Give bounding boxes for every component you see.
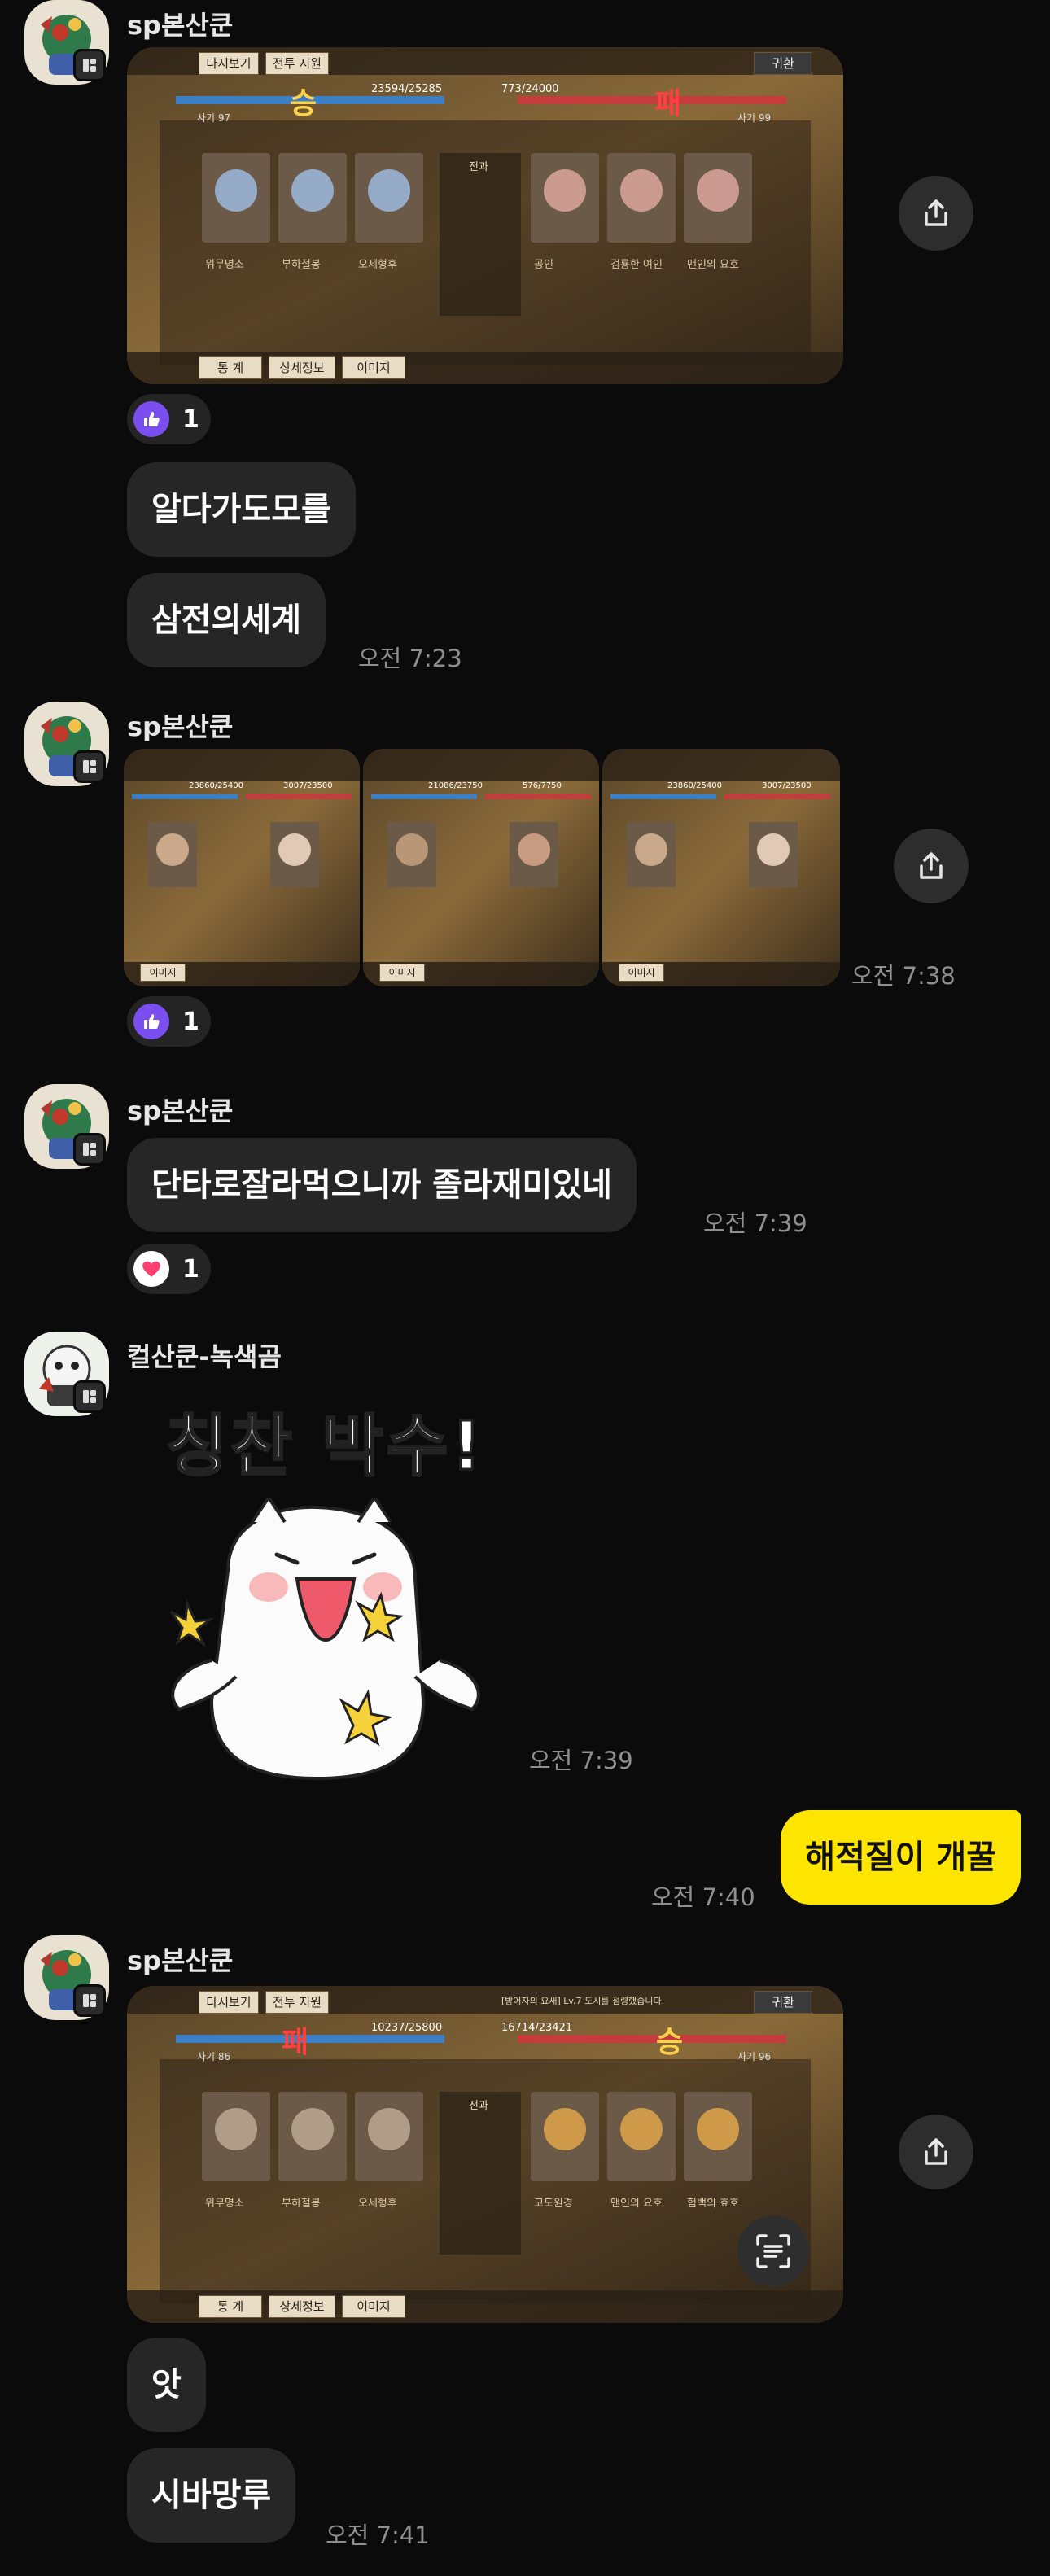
avatar-badge-icon bbox=[73, 1984, 106, 2017]
unit-name: 험백의 효호 bbox=[687, 2198, 739, 2210]
message-bubble[interactable]: 단타로잘라먹으니까 졸라재미있네 bbox=[127, 1138, 637, 1232]
message-bubble[interactable]: 알다가도모를 bbox=[127, 462, 356, 557]
unit-name: 고도원경 bbox=[534, 2198, 573, 2210]
score-right: 576/7750 bbox=[523, 781, 562, 790]
sender-name: sp본산쿤 bbox=[127, 10, 234, 41]
sender-name: sp본산쿤 bbox=[127, 711, 234, 742]
scan-text-icon bbox=[756, 2234, 790, 2268]
message-time: 오전 7:39 bbox=[529, 1747, 633, 1774]
reaction-count: 1 bbox=[182, 405, 199, 434]
replay-button: 다시보기 bbox=[199, 1991, 259, 2014]
share-icon bbox=[920, 852, 943, 879]
result-right: 패 bbox=[654, 87, 682, 120]
unit-name: 부하철봉 bbox=[282, 2198, 321, 2210]
message-time: 오전 7:23 bbox=[358, 645, 462, 672]
image-button: 이미지 bbox=[379, 964, 425, 982]
battle-result-title: 전과 bbox=[469, 2100, 488, 2112]
avatar-badge-icon bbox=[73, 750, 106, 783]
share-icon bbox=[925, 2138, 947, 2165]
morale-right: 사기 96 bbox=[737, 2051, 772, 2062]
avatar-badge-icon bbox=[73, 1380, 106, 1413]
stats-button: 통 계 bbox=[199, 2295, 262, 2318]
replay-button: 다시보기 bbox=[199, 52, 259, 75]
unit-name: 위무명소 bbox=[205, 259, 244, 271]
result-left: 패 bbox=[282, 2026, 309, 2059]
sender-name: 컬산쿤-녹색곰 bbox=[127, 1341, 282, 1372]
text-scan-button[interactable] bbox=[737, 2215, 809, 2287]
message-bubble[interactable]: 시바망루 bbox=[127, 2448, 296, 2543]
image-button: 이미지 bbox=[140, 964, 186, 982]
score-left: 10237/25800 bbox=[371, 2022, 443, 2034]
battle-info-button: 전투 지원 bbox=[265, 52, 329, 75]
score-left: 23594/25285 bbox=[371, 83, 443, 95]
share-icon bbox=[925, 199, 947, 226]
reaction-badge[interactable]: 1 bbox=[127, 996, 211, 1047]
sticker-caption: 칭찬 박수! bbox=[165, 1407, 485, 1487]
avatar-badge-icon bbox=[73, 1133, 106, 1166]
detail-button: 상세정보 bbox=[269, 2295, 335, 2318]
sender-name: sp본산쿤 bbox=[127, 1945, 234, 1976]
share-button[interactable] bbox=[899, 2115, 973, 2189]
unit-name: 검룡한 여인 bbox=[610, 259, 663, 271]
image-button: 이미지 bbox=[619, 964, 664, 982]
stats-button: 통 계 bbox=[199, 356, 262, 379]
score-left: 21086/23750 bbox=[428, 781, 483, 790]
reaction-badge[interactable]: 1 bbox=[127, 394, 211, 444]
sender-name: sp본산쿤 bbox=[127, 1096, 234, 1126]
unit-name: 오세형후 bbox=[358, 259, 397, 271]
battle-result-title: 전과 bbox=[469, 161, 488, 173]
thumbs-up-icon bbox=[133, 1004, 169, 1039]
morale-left: 사기 86 bbox=[197, 2051, 231, 2062]
score-left: 23860/25400 bbox=[189, 781, 243, 790]
unit-name: 맨인의 요호 bbox=[687, 259, 739, 271]
unit-name: 공인 bbox=[534, 259, 553, 271]
score-left: 23860/25400 bbox=[667, 781, 722, 790]
image-tile[interactable]: 23860/25400 3007/23500 이미지 bbox=[602, 749, 840, 986]
game-screenshot-image[interactable]: 다시보기 전투 지원 귀환 승 패 23594/25285 773/24000 … bbox=[127, 47, 843, 384]
unit-name: 오세형후 bbox=[358, 2198, 397, 2210]
avatar-badge-icon bbox=[73, 49, 106, 81]
return-button: 귀환 bbox=[754, 52, 812, 75]
result-right: 승 bbox=[656, 2026, 684, 2059]
message-bubble[interactable]: 삼전의세계 bbox=[127, 573, 326, 667]
battle-info-button: 전투 지원 bbox=[265, 1991, 329, 2014]
message-time: 오전 7:40 bbox=[651, 1883, 755, 1911]
score-right: 3007/23500 bbox=[762, 781, 812, 790]
reaction-count: 1 bbox=[182, 1254, 199, 1284]
share-button[interactable] bbox=[894, 829, 969, 903]
game-screenshot-image[interactable]: 다시보기 전투 지원 [방어자의 요새] Lv.7 도시를 점령했습니다. 귀환… bbox=[127, 1986, 843, 2323]
image-tile[interactable]: 21086/23750 576/7750 이미지 bbox=[363, 749, 599, 986]
notice-text: [방어자의 요새] Lv.7 도시를 점령했습니다. bbox=[501, 1996, 665, 2006]
reaction-badge[interactable]: 1 bbox=[127, 1244, 211, 1294]
score-right: 773/24000 bbox=[501, 83, 559, 95]
detail-button: 상세정보 bbox=[269, 356, 335, 379]
morale-left: 사기 97 bbox=[197, 112, 231, 124]
unit-name: 위무명소 bbox=[205, 2198, 244, 2210]
my-message-bubble[interactable]: 해적질이 개꿀 bbox=[781, 1810, 1021, 1905]
reaction-count: 1 bbox=[182, 1007, 199, 1036]
return-button: 귀환 bbox=[754, 1991, 812, 2014]
score-right: 3007/23500 bbox=[283, 781, 333, 790]
score-right: 16714/23421 bbox=[501, 2022, 573, 2034]
result-left: 승 bbox=[290, 87, 317, 120]
unit-name: 부하철봉 bbox=[282, 259, 321, 271]
share-button[interactable] bbox=[899, 176, 973, 251]
thumbs-up-icon bbox=[133, 401, 169, 437]
unit-name: 맨인의 요호 bbox=[610, 2198, 663, 2210]
heart-icon bbox=[133, 1251, 169, 1287]
image-button: 이미지 bbox=[342, 2295, 405, 2318]
message-time: 오전 7:41 bbox=[326, 2521, 430, 2549]
message-bubble[interactable]: 앗 bbox=[127, 2338, 206, 2432]
message-time: 오전 7:39 bbox=[703, 1209, 807, 1237]
image-button: 이미지 bbox=[342, 356, 405, 379]
message-time: 오전 7:38 bbox=[851, 962, 956, 990]
image-tile[interactable]: 23860/25400 3007/23500 이미지 bbox=[124, 749, 360, 986]
sticker[interactable]: 칭찬 박수! bbox=[155, 1384, 497, 1782]
morale-right: 사기 99 bbox=[737, 112, 772, 124]
